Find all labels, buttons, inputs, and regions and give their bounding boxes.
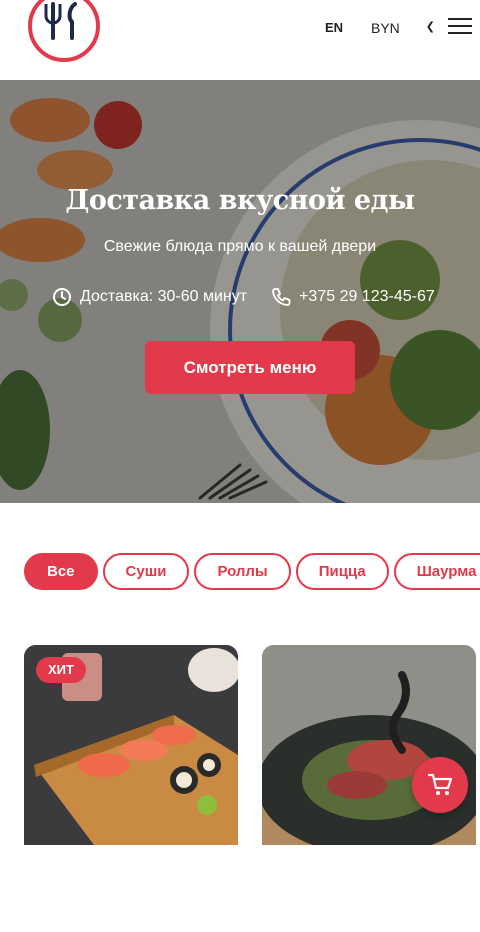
currency-value: BYN: [371, 20, 400, 36]
phone-number[interactable]: +375 29 123-45-67: [271, 287, 435, 307]
tab-sushi[interactable]: Суши: [102, 553, 190, 590]
tab-rolls[interactable]: Роллы: [194, 553, 291, 590]
hero-title: Доставка вкусной еды: [65, 185, 415, 216]
hit-badge: ХИТ: [36, 657, 86, 683]
delivery-time-text: Доставка: 30-60 минут: [80, 288, 248, 305]
menu-icon[interactable]: [448, 18, 472, 36]
hero-subtitle: Свежие блюда прямо к вашей двери: [103, 238, 377, 255]
currency-select[interactable]: BYN ❮: [371, 20, 435, 38]
product-card[interactable]: ХИТ: [24, 645, 238, 845]
cart-icon: [427, 773, 453, 795]
product-card[interactable]: [262, 645, 476, 845]
language-switch[interactable]: EN: [325, 20, 343, 35]
logo-cutlery-icon: [44, 2, 77, 40]
phone-icon: [272, 288, 291, 306]
tab-shawarma[interactable]: Шаурма: [393, 553, 480, 590]
hero-banner: Доставка вкусной еды Свежие блюда прямо …: [0, 80, 480, 503]
tab-all[interactable]: Все: [24, 553, 98, 590]
tuna-dish-image: [262, 645, 476, 845]
hero-info: Доставка: 30-60 минут +375 29 123-45-67: [52, 286, 435, 308]
category-tabs: Все Суши Роллы Пицца Шаурма: [24, 553, 480, 591]
site-header: EN BYN ❮: [0, 0, 480, 80]
view-menu-button[interactable]: Смотреть меню: [145, 341, 355, 394]
cart-button[interactable]: [412, 757, 468, 813]
chevron-down-icon: ❮: [425, 21, 435, 33]
delivery-time: Доставка: 30-60 минут: [52, 287, 247, 307]
clock-icon: [53, 288, 71, 306]
phone-number-text: +375 29 123-45-67: [299, 288, 435, 305]
tab-pizza[interactable]: Пицца: [295, 553, 389, 590]
logo[interactable]: [28, 0, 100, 62]
